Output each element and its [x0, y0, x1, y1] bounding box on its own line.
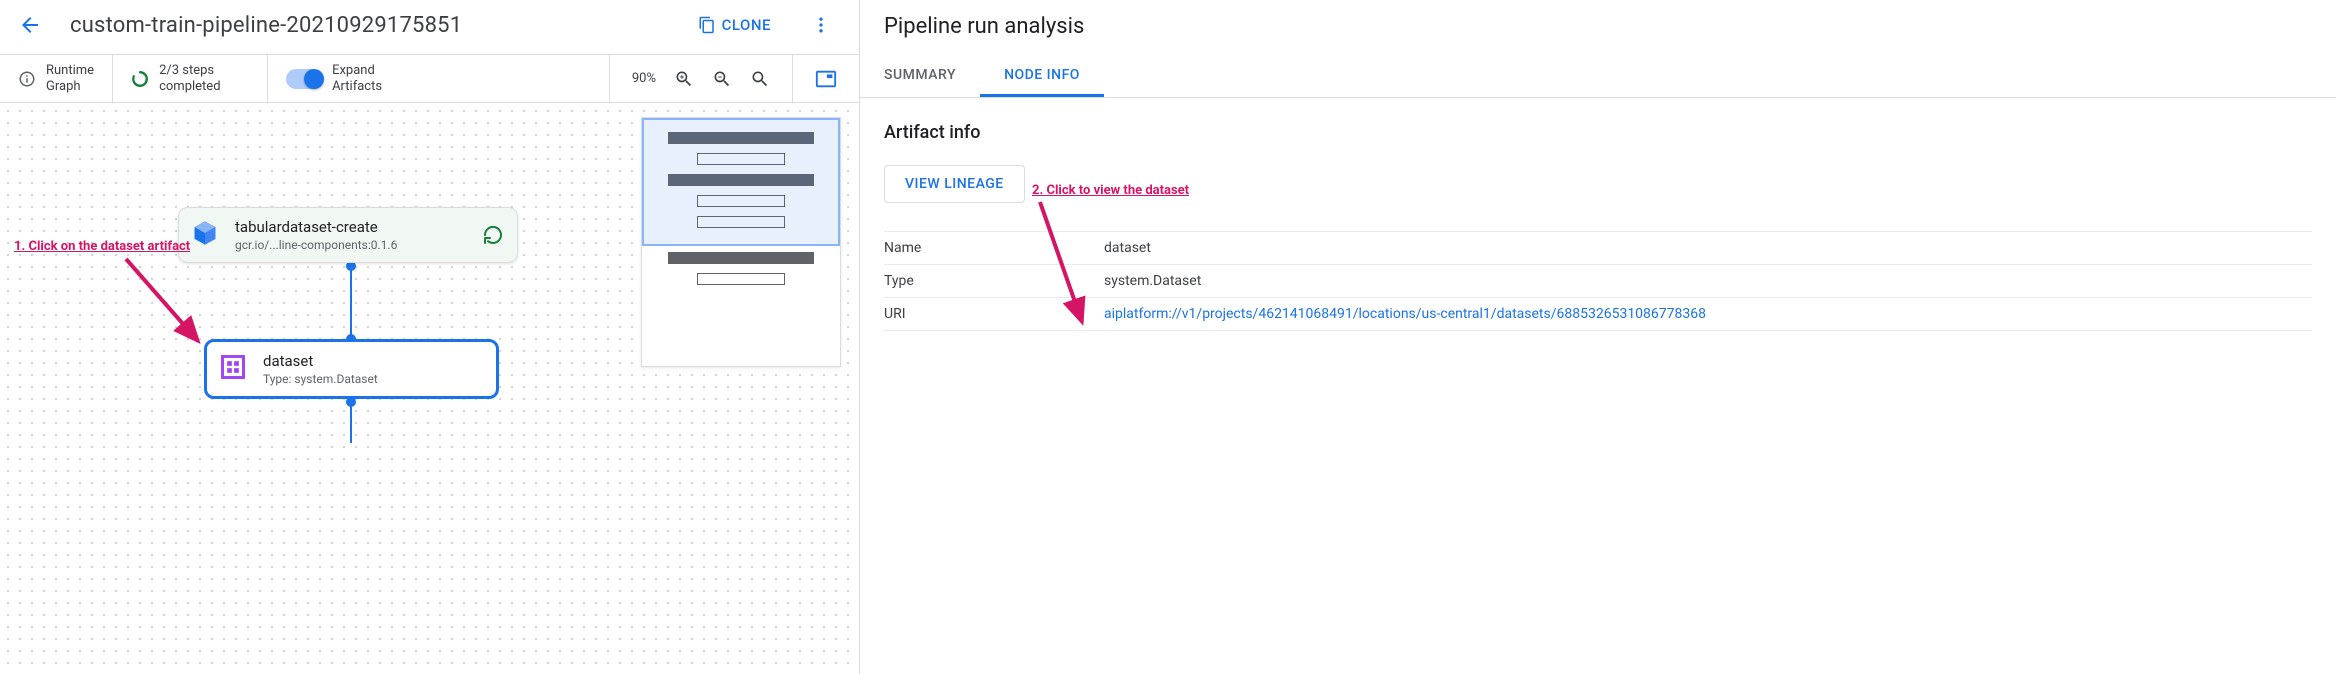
- graph-canvas[interactable]: tabulardataset-create gcr.io/...line-com…: [0, 103, 859, 674]
- info-icon[interactable]: [18, 70, 36, 88]
- graph-edge: [350, 403, 352, 443]
- node-subtitle: Type: system.Dataset: [263, 372, 484, 386]
- node-subtitle: gcr.io/...line-components:0.1.6: [235, 238, 465, 252]
- annotation-arrow-icon: [120, 253, 210, 353]
- steps-label: 2/3 steps completed: [159, 63, 249, 94]
- tab-summary[interactable]: SUMMARY: [860, 55, 980, 97]
- tab-node-info[interactable]: NODE INFO: [980, 55, 1104, 97]
- graph-node-dataset[interactable]: dataset Type: system.Dataset: [204, 339, 499, 399]
- expand-artifacts-label: Expand Artifacts: [332, 63, 382, 94]
- graph-edge: [350, 266, 352, 342]
- zoom-in-icon[interactable]: [674, 69, 694, 89]
- minimap-bar: [668, 252, 814, 264]
- minimap-toggle-icon[interactable]: [792, 55, 859, 102]
- panel-title: Pipeline run analysis: [860, 0, 2336, 55]
- annotation-text: 1. Click on the dataset artifact: [14, 239, 190, 254]
- zoom-reset-icon[interactable]: [750, 69, 770, 89]
- clone-button[interactable]: CLONE: [688, 10, 781, 40]
- expand-artifacts-toggle[interactable]: [286, 69, 322, 89]
- clone-label: CLONE: [722, 16, 771, 34]
- info-value: dataset: [1104, 232, 2312, 265]
- minimap[interactable]: [641, 117, 841, 367]
- overflow-menu-icon[interactable]: [809, 13, 833, 37]
- node-name: tabulardataset-create: [235, 218, 465, 236]
- page-title: custom-train-pipeline-20210929175851: [70, 13, 674, 38]
- section-title: Artifact info: [884, 122, 2312, 143]
- zoom-out-icon[interactable]: [712, 69, 732, 89]
- refresh-icon[interactable]: [481, 223, 505, 247]
- back-arrow-icon[interactable]: [18, 13, 42, 37]
- info-value: system.Dataset: [1104, 265, 2312, 298]
- minimap-viewport[interactable]: [642, 118, 840, 246]
- progress-icon: [131, 70, 149, 88]
- uri-link[interactable]: aiplatform://v1/projects/462141068491/lo…: [1104, 306, 1706, 322]
- grid-icon: [219, 353, 247, 385]
- view-lineage-button[interactable]: VIEW LINEAGE: [884, 165, 1025, 203]
- node-name: dataset: [263, 352, 484, 370]
- graph-node-tabulardataset-create[interactable]: tabulardataset-create gcr.io/...line-com…: [178, 207, 518, 263]
- runtime-graph-label: Runtime Graph: [46, 63, 94, 94]
- cube-icon: [191, 219, 219, 251]
- annotation-arrow-icon: [1020, 196, 1100, 336]
- minimap-bar: [697, 273, 785, 285]
- zoom-level: 90%: [632, 71, 656, 86]
